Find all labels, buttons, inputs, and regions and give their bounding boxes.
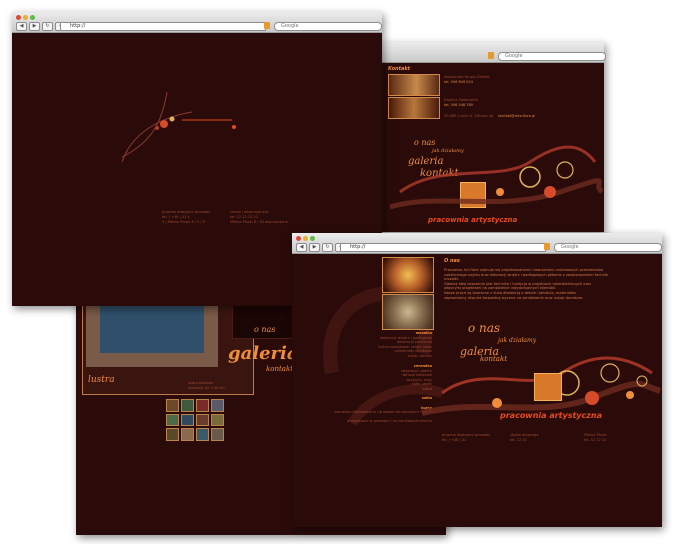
mirror-image: [86, 303, 218, 367]
footer-right-3: Mielno Pluski 8 / 54 dopuszczone: [230, 220, 288, 224]
menu-item-kontakt[interactable]: kontakt: [266, 365, 293, 373]
logo-swirl: [421, 356, 661, 416]
browser-window-kontakt: Google Kontakt Aleksandra Krupa-Zientek …: [380, 42, 606, 232]
footer-left-2: tel. | +48 | 41: [442, 438, 467, 442]
price-line-1: lustro kalkowe: [188, 381, 214, 385]
footer-left-2: tel. | +48 | 41 4: [162, 215, 190, 219]
swirl-decoration: [389, 145, 604, 210]
footer-mid-2: tel. 12.12: [510, 438, 527, 442]
footer-left-1: prawnie dostępny sprzedaż: [442, 433, 491, 437]
menu-item-galeria[interactable]: galeria: [228, 343, 299, 364]
menu-item-o-nas[interactable]: o nas: [254, 325, 275, 334]
footer-left-1: prawnie dostępny sprzedaż: [162, 210, 211, 214]
footer-left-3: 5 | Mielno Pluski 8 / 5 / 5: [162, 220, 205, 224]
footer-mid-1: studio ekspresja: [510, 433, 539, 437]
price-line-2: wymiary: 40 x 40 cm: [188, 386, 225, 390]
footer-right-2: tel. 12 12 12: [584, 438, 607, 442]
gallery-caption: lustra: [88, 375, 115, 385]
footer-right-1: Mielno Pluski: [584, 433, 607, 437]
logo-badge: [534, 373, 562, 401]
thumbnail-grid[interactable]: [166, 399, 224, 441]
logo-text: pracownia artystyczna: [500, 411, 602, 420]
footer-right-2: tel. 12.12.12.12: [230, 215, 258, 219]
footer-right-1: studio | ekspresja ona: [230, 210, 269, 214]
browser-window-o-nas: ◀▶↻+ http:// Google O nas Pracownia Art-…: [292, 233, 662, 527]
